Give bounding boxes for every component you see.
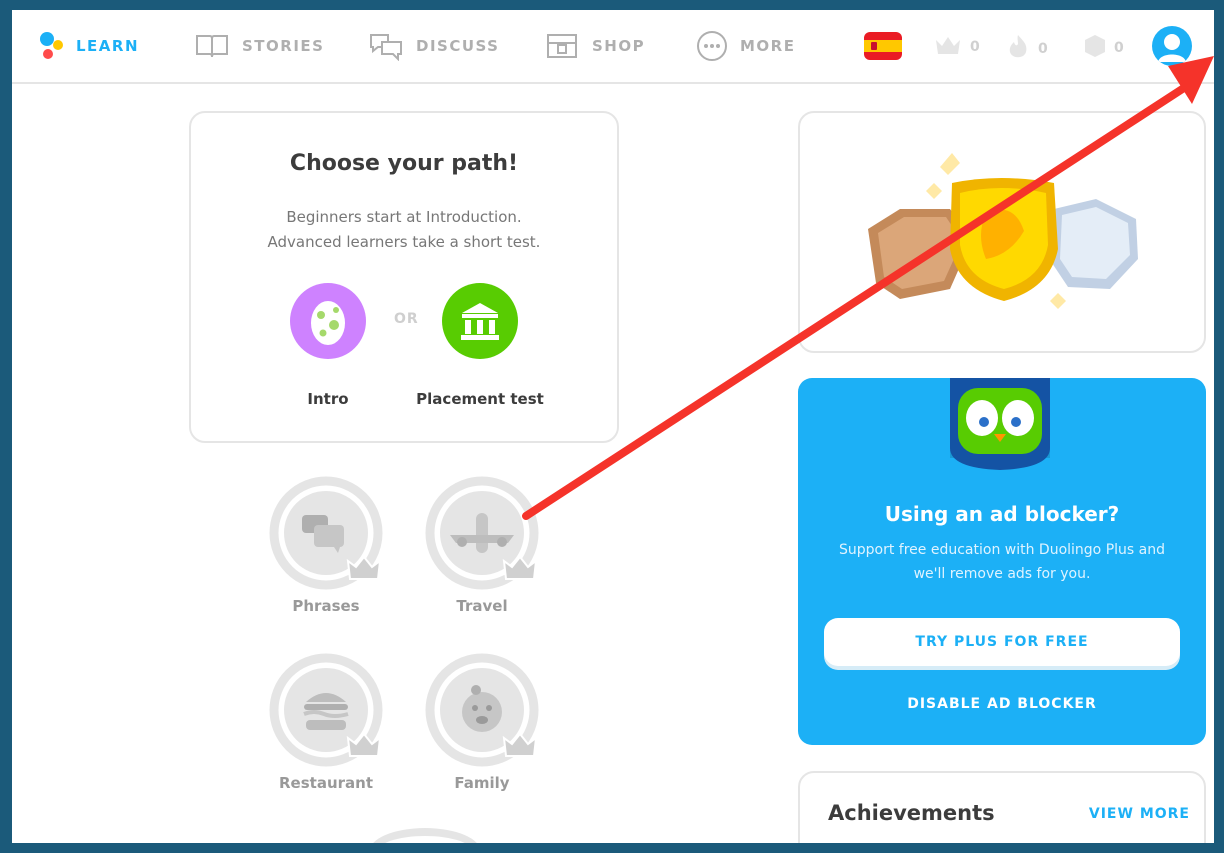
nav-stories-label: STORIES: [242, 37, 325, 55]
skill-family-label: Family: [454, 774, 510, 792]
placement-test-button[interactable]: [442, 283, 518, 359]
gem-icon: [1084, 34, 1106, 62]
skill-phrases[interactable]: Phrases: [268, 475, 384, 625]
gems-counter[interactable]: 0: [1084, 34, 1124, 62]
shop-icon: [544, 31, 580, 61]
skill-restaurant-label: Restaurant: [279, 774, 373, 792]
nav-discuss-label: DISCUSS: [416, 37, 500, 55]
skill-ring: [268, 652, 384, 768]
nav-stories[interactable]: STORIES: [194, 32, 324, 60]
subtitle-line-2: Advanced learners take a short test.: [267, 233, 541, 251]
intro-label: Intro: [307, 390, 349, 408]
nav-shop-label: SHOP: [592, 37, 646, 55]
nav-more-label: MORE: [740, 37, 796, 55]
building-icon: [442, 303, 518, 363]
skill-ring: [268, 475, 384, 591]
ad-blocker-title: Using an ad blocker?: [884, 502, 1120, 526]
ad-blocker-subtitle: Support free education with Duolingo Plu…: [818, 538, 1186, 586]
top-navigation: LEARN STORIES DISCUSS SHOP MORE 0 0 0: [12, 10, 1214, 84]
speech-bubbles-icon: [368, 31, 404, 61]
choose-path-subtitle: Beginners start at Introduction. Advance…: [191, 205, 617, 255]
nav-more[interactable]: MORE: [696, 30, 796, 62]
egg-icon: [290, 301, 366, 363]
try-plus-button[interactable]: TRY PLUS FOR FREE: [824, 618, 1180, 666]
skill-ring: [424, 652, 540, 768]
gems-count: 0: [1114, 40, 1124, 56]
owl-mascot-icon: [950, 378, 1050, 470]
streak-count: 0: [1038, 41, 1048, 57]
next-skill-partial[interactable]: [369, 828, 481, 843]
app-frame: LEARN STORIES DISCUSS SHOP MORE 0 0 0 Ch…: [12, 10, 1214, 843]
skill-travel-label: Travel: [456, 597, 508, 615]
ad-subtitle-line-2: we'll remove ads for you.: [913, 566, 1091, 582]
subtitle-line-1: Beginners start at Introduction.: [286, 208, 522, 226]
nav-discuss[interactable]: DISCUSS: [368, 31, 500, 61]
placement-test-label: Placement test: [416, 390, 544, 408]
choose-path-title: Choose your path!: [289, 151, 519, 176]
skill-phrases-label: Phrases: [292, 597, 360, 615]
view-more-link[interactable]: VIEW MORE: [1089, 806, 1190, 822]
league-card: [798, 111, 1206, 353]
nav-learn-label: LEARN: [76, 37, 140, 55]
streak-counter[interactable]: 0: [1006, 34, 1048, 64]
choose-path-card: Choose your path! Beginners start at Int…: [189, 111, 619, 443]
intro-button[interactable]: [290, 283, 366, 359]
skill-travel[interactable]: Travel: [424, 475, 540, 625]
or-separator: OR: [394, 311, 419, 327]
profile-avatar[interactable]: [1152, 26, 1192, 66]
crown-icon: [934, 34, 962, 60]
disable-ad-blocker-button[interactable]: DISABLE AD BLOCKER: [798, 696, 1206, 712]
ad-blocker-card: Using an ad blocker? Support free educat…: [798, 378, 1206, 745]
ad-subtitle-line-1: Support free education with Duolingo Plu…: [839, 542, 1165, 558]
flame-icon: [1006, 34, 1030, 64]
nav-learn[interactable]: LEARN: [38, 32, 139, 60]
nav-shop[interactable]: SHOP: [544, 32, 645, 60]
achievements-card: Achievements VIEW MORE: [798, 771, 1206, 843]
skill-ring: [424, 475, 540, 591]
achievements-title: Achievements: [828, 801, 995, 825]
skill-family[interactable]: Family: [424, 652, 540, 802]
crowns-counter[interactable]: 0: [934, 34, 980, 60]
language-selector[interactable]: [864, 32, 902, 64]
league-shields-icon: [868, 153, 1138, 309]
book-icon: [194, 33, 230, 59]
skill-restaurant[interactable]: Restaurant: [268, 652, 384, 802]
spain-flag-icon: [864, 32, 902, 64]
duolingo-logo-icon: [38, 31, 64, 61]
more-dots-icon: [696, 30, 728, 62]
profile-avatar-icon: [1152, 34, 1192, 66]
crowns-count: 0: [970, 39, 980, 55]
